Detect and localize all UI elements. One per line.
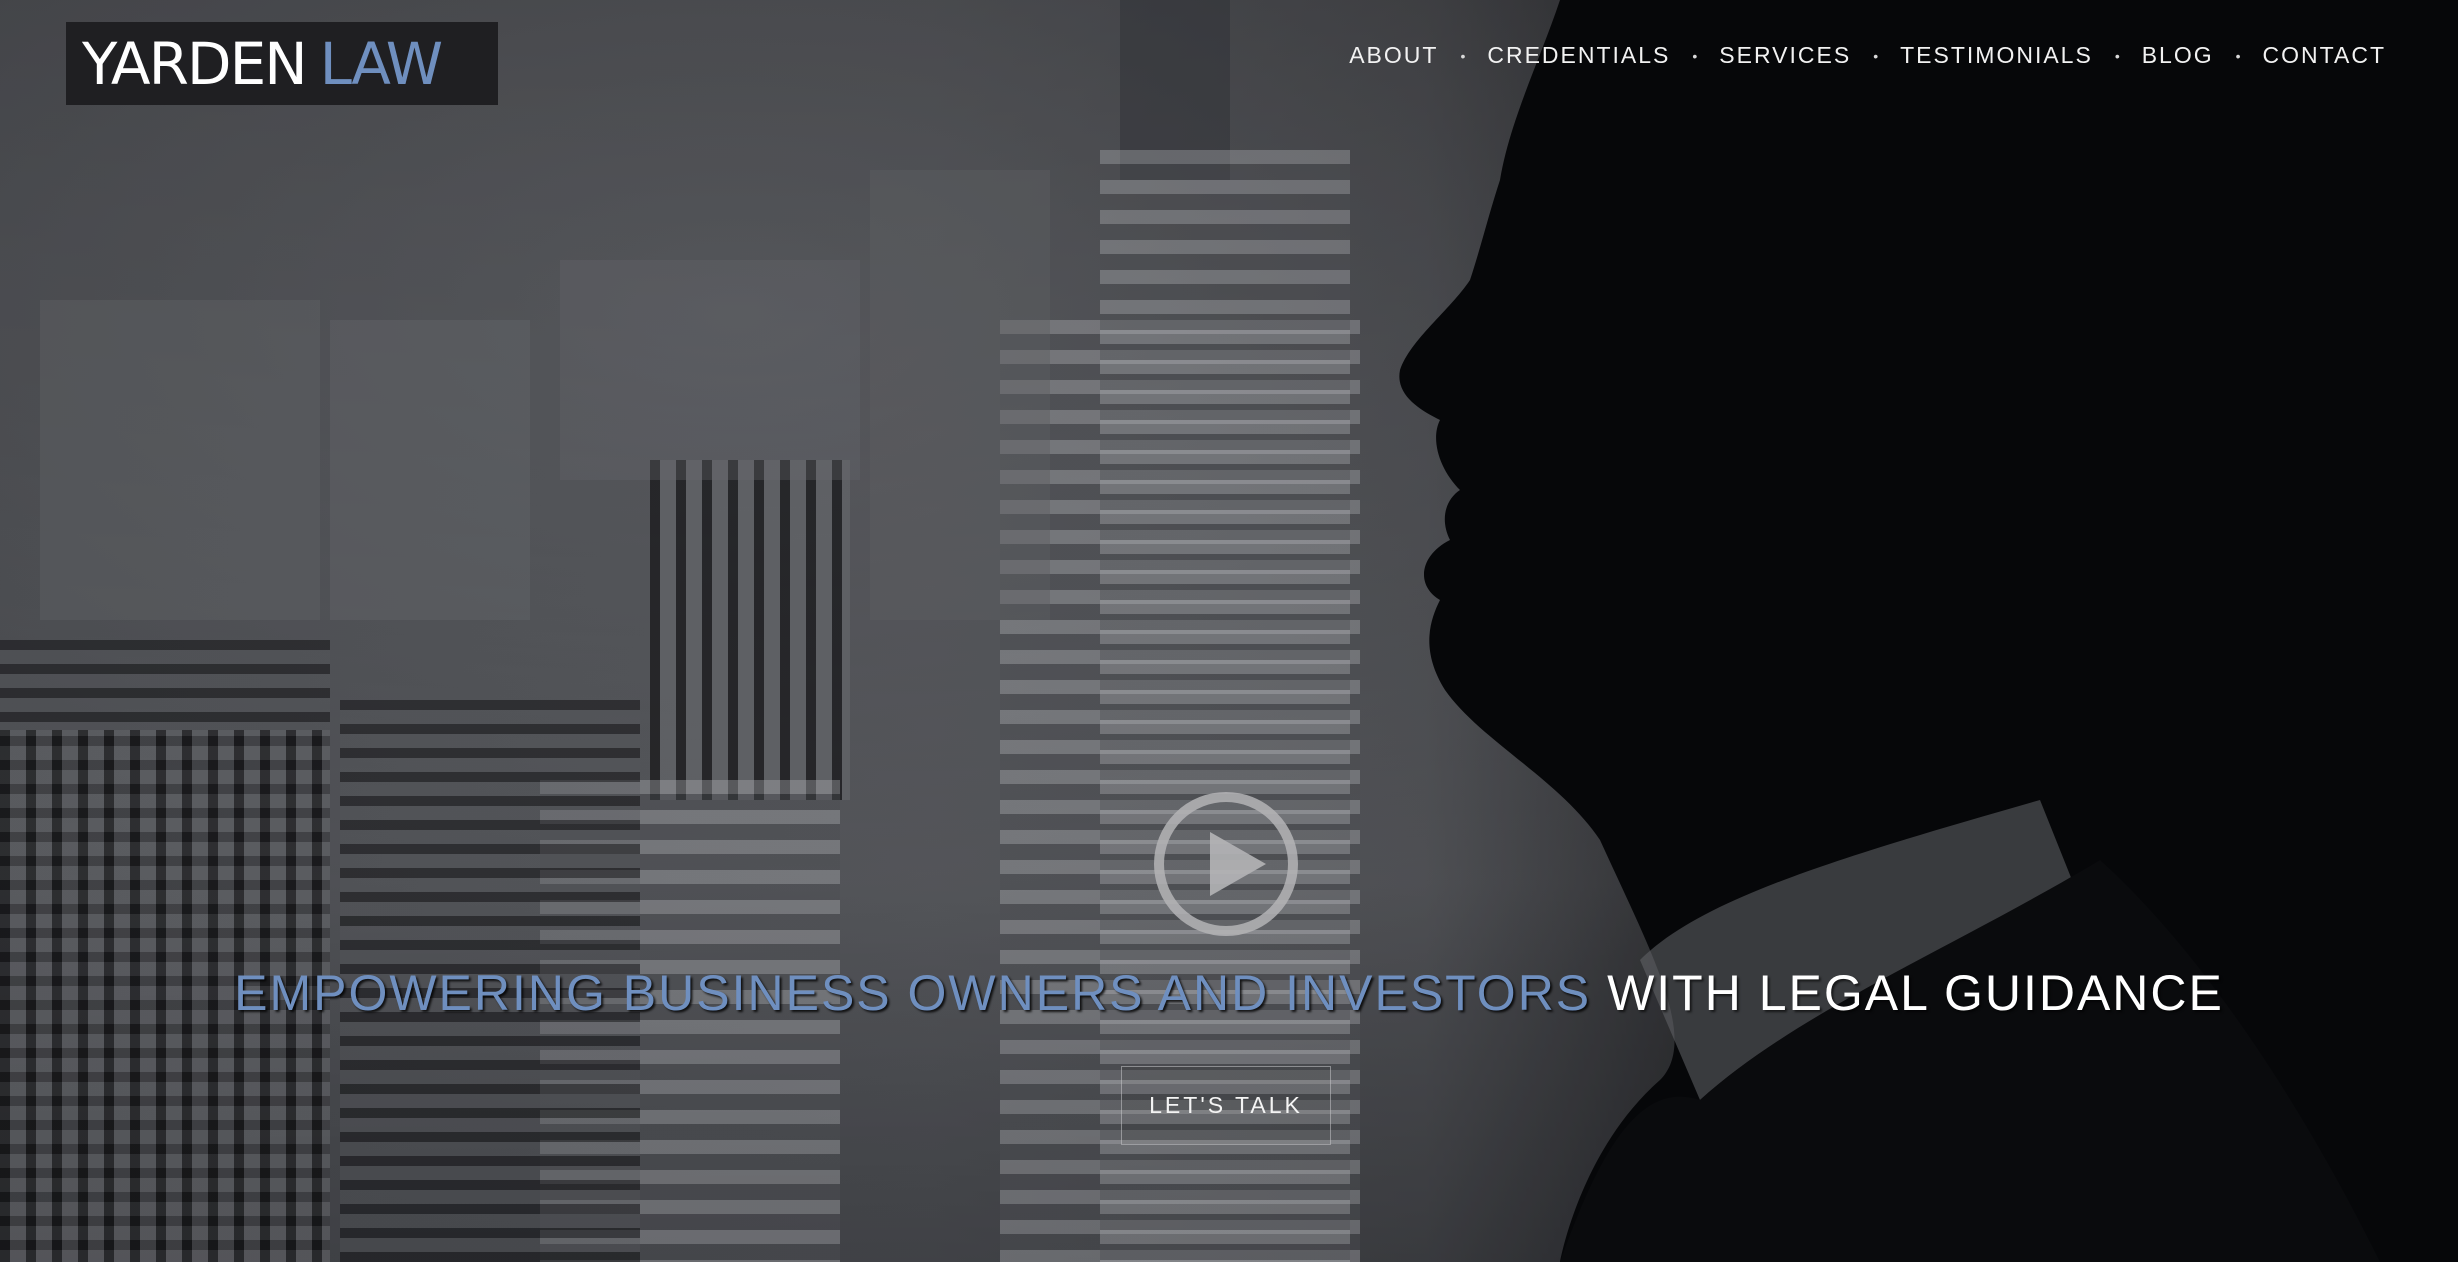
nav-separator: • [2114, 47, 2120, 64]
headline-accent-text: EMPOWERING BUSINESS OWNERS AND INVESTORS [234, 965, 1592, 1021]
lets-talk-button[interactable]: LET'S TALK [1121, 1066, 1331, 1145]
brand-logo[interactable]: YARDEN LAW [66, 22, 498, 105]
hero-section: YARDEN LAW ABOUT • CREDENTIALS • SERVICE… [0, 0, 2458, 1262]
nav-separator: • [1692, 47, 1698, 64]
nav-about[interactable]: ABOUT [1349, 42, 1438, 69]
logo-text-accent: LAW [319, 29, 443, 98]
nav-separator: • [1873, 47, 1879, 64]
nav-credentials[interactable]: CREDENTIALS [1487, 42, 1670, 69]
nav-separator: • [2235, 47, 2241, 64]
play-icon [1210, 832, 1266, 896]
play-video-button[interactable] [1154, 792, 1298, 936]
nav-testimonials[interactable]: TESTIMONIALS [1900, 42, 2093, 69]
nav-contact[interactable]: CONTACT [2263, 42, 2386, 69]
nav-services[interactable]: SERVICES [1719, 42, 1851, 69]
logo-text-primary: YARDEN [82, 29, 308, 98]
nav-separator: • [1460, 47, 1466, 64]
nav-blog[interactable]: BLOG [2142, 42, 2214, 69]
headline-rest-text: WITH LEGAL GUIDANCE [1607, 965, 2224, 1021]
hero-headline: EMPOWERING BUSINESS OWNERS AND INVESTORS… [0, 964, 2458, 1022]
main-nav: ABOUT • CREDENTIALS • SERVICES • TESTIMO… [1349, 42, 2386, 69]
